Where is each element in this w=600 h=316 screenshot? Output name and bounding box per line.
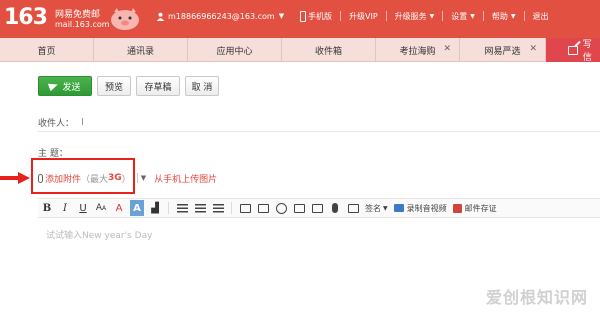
chevron-down-icon[interactable]: ▼ (141, 174, 146, 182)
format-brush-icon[interactable]: ▟ (148, 200, 162, 216)
chevron-down-icon: ▼ (429, 12, 435, 20)
user-account[interactable]: m18866966243@163.com ▼ (156, 9, 284, 23)
link-settings[interactable]: 设置 (451, 11, 467, 22)
tab-label: 收件箱 (314, 46, 342, 57)
preview-button[interactable]: 预览 (97, 76, 131, 96)
tab-label: 首页 (37, 46, 56, 57)
user-email: m18866966243@163.com (168, 11, 275, 21)
send-label: 发送 (62, 82, 81, 93)
watermark: 爱创根知识网 (485, 288, 588, 307)
background-color-button[interactable]: A (130, 200, 144, 216)
top-links: 手机版 升级VIP 升级服务 ▼ 设置 ▼ 帮助 ▼ 退出 (300, 9, 549, 23)
tab-label: 考拉海购 (399, 46, 436, 57)
tab-label: 通讯录 (126, 46, 154, 57)
chevron-down-icon: ▼ (470, 12, 475, 20)
highlight-box (31, 158, 135, 194)
save-draft-button[interactable]: 存草稿 (136, 76, 180, 96)
chevron-down-icon: ▼ (278, 12, 285, 20)
upload-from-phone-link[interactable]: 从手机上传图片 (154, 172, 217, 185)
tab-inbox[interactable]: 收件箱 (282, 38, 376, 62)
cancel-label: 取 消 (191, 82, 213, 93)
editor-placeholder[interactable]: 试试输入New year's Day (46, 228, 152, 241)
tab-bar: 首页 通讯录 应用中心 收件箱 考拉海购 ✕ 网易严选 ✕ 写信 (0, 38, 600, 63)
preview-label: 预览 (104, 82, 123, 93)
close-icon[interactable]: ✕ (529, 44, 537, 54)
send-button[interactable]: 发送 (38, 76, 92, 96)
user-icon (156, 12, 165, 21)
table-icon[interactable] (292, 200, 306, 216)
link-logout[interactable]: 退出 (533, 11, 549, 22)
link-help[interactable]: 帮助 (492, 11, 508, 22)
logo-url: mail.163.com (55, 20, 110, 29)
chevron-down-icon: ▼ (383, 204, 388, 212)
tab-yanxuan[interactable]: 网易严选 ✕ (460, 38, 546, 62)
tab-compose[interactable]: 写信 (546, 38, 600, 63)
recipient-label: 收件人： (38, 119, 75, 129)
mail-compose-screen: 163 网易免费邮 mail.163.com m18866966243@163.… (0, 0, 600, 316)
editor-toolbar: B I U AA A A ▟ 签名 ▼ 录制音视频 邮件存证 (38, 198, 600, 218)
microphone-icon[interactable] (328, 200, 342, 216)
chevron-down-icon: ▼ (510, 12, 516, 20)
divider (168, 202, 169, 214)
divider (231, 202, 232, 214)
tab-app-center[interactable]: 应用中心 (188, 38, 282, 62)
postcard-button[interactable]: 邮件存证 (452, 203, 497, 214)
close-icon[interactable]: ✕ (443, 44, 451, 54)
arrow-right-icon (0, 172, 30, 184)
certificate-icon (452, 203, 462, 213)
link-mobile[interactable]: 手机版 (308, 11, 332, 22)
link-upgrade-service[interactable]: 升级服务 (395, 11, 427, 22)
signature-label: 签名 (365, 203, 381, 213)
list-icon[interactable] (193, 200, 207, 216)
underline-button[interactable]: U (76, 200, 90, 216)
send-icon (48, 80, 60, 92)
tab-label: 网易严选 (484, 46, 521, 57)
link-upgrade-vip[interactable]: 升级VIP (349, 11, 378, 22)
record-video-button[interactable]: 录制音视频 (393, 203, 447, 214)
tab-label: 写信 (582, 40, 592, 63)
top-header: 163 网易免费邮 mail.163.com m18866966243@163.… (0, 0, 600, 38)
record-video-label: 录制音视频 (406, 203, 447, 213)
indent-icon[interactable] (211, 200, 225, 216)
video-icon (393, 204, 404, 212)
divider (385, 11, 387, 21)
pen-icon (568, 45, 578, 55)
divider (340, 11, 341, 21)
tab-contacts[interactable]: 通讯录 (94, 38, 188, 62)
image-icon[interactable] (238, 200, 252, 216)
tab-label: 应用中心 (216, 46, 253, 57)
cancel-button[interactable]: 取 消 (185, 76, 219, 96)
align-icon[interactable] (175, 200, 189, 216)
tab-kaola[interactable]: 考拉海购 ✕ (376, 38, 460, 62)
phone-icon (300, 10, 306, 22)
pig-mascot-icon (111, 8, 139, 30)
postcard-label: 邮件存证 (464, 203, 497, 213)
divider (523, 11, 525, 21)
calendar-icon[interactable] (310, 200, 324, 216)
font-color-button[interactable]: A (112, 200, 126, 216)
divider (136, 173, 138, 183)
screenshot-icon[interactable] (256, 200, 270, 216)
divider (482, 11, 484, 21)
logo-number: 163 (4, 5, 48, 30)
template-icon[interactable] (346, 200, 360, 216)
emoji-icon[interactable] (274, 200, 288, 216)
logo[interactable]: 163 网易免费邮 mail.163.com (4, 4, 164, 34)
italic-button[interactable]: I (58, 200, 72, 216)
signature-dropdown[interactable]: 签名 ▼ (365, 203, 388, 214)
logo-text: 网易免费邮 (55, 10, 101, 20)
bold-button[interactable]: B (40, 200, 54, 216)
save-draft-label: 存草稿 (144, 82, 172, 93)
tab-home[interactable]: 首页 (0, 38, 94, 62)
text-cursor (82, 118, 83, 125)
compose-toolbar: 发送 预览 存草稿 取 消 (38, 76, 224, 96)
divider (442, 11, 444, 21)
recipient-field[interactable]: 收件人： (38, 116, 600, 132)
font-size-button[interactable]: AA (94, 200, 108, 216)
